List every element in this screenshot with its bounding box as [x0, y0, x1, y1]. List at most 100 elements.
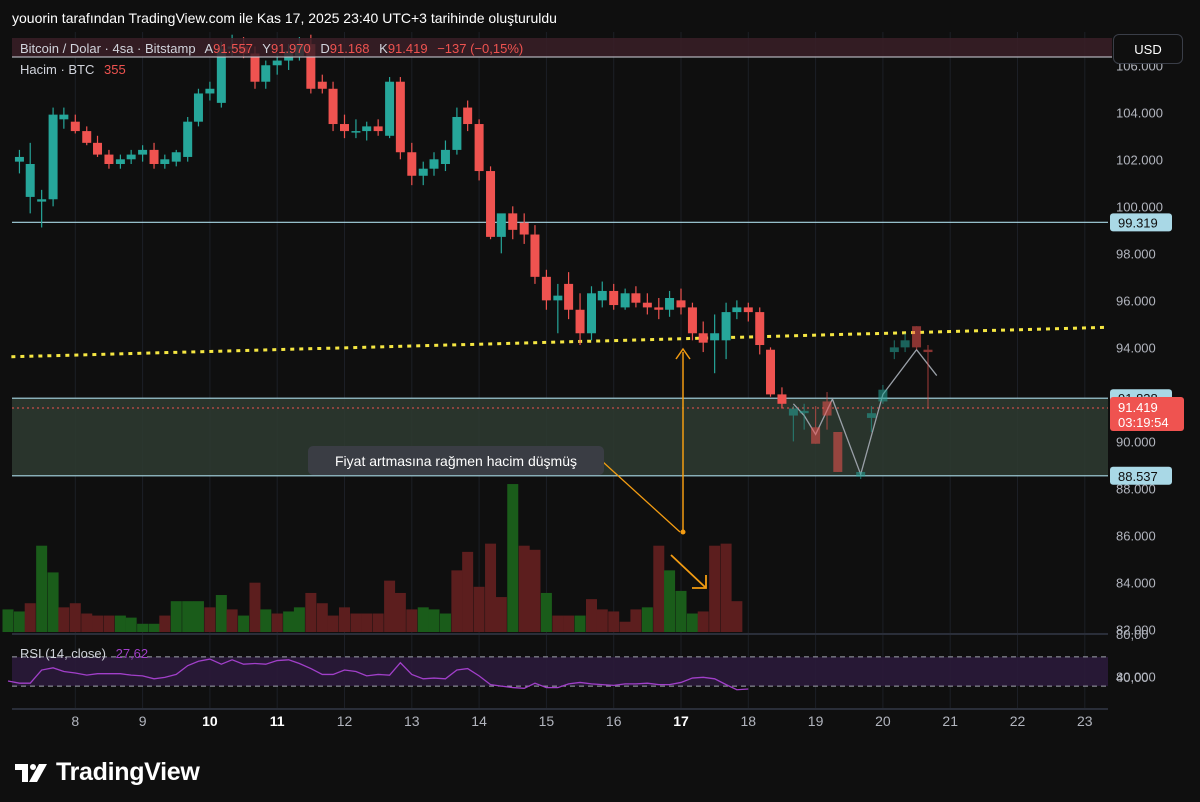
volume-label: Hacim · BTC — [20, 62, 94, 77]
price-axis-label: 86.000 — [1116, 528, 1156, 543]
volume-bar — [372, 613, 384, 632]
candle — [395, 77, 405, 160]
rsi-value: 27,62 — [116, 646, 149, 661]
volume-bar — [473, 586, 485, 632]
legend-change: −137 (−0,15%) — [437, 41, 523, 56]
volume-bar — [148, 623, 160, 632]
volume-bar — [170, 601, 182, 632]
legend-l-label: D — [320, 41, 329, 56]
time-axis-label: 20 — [875, 713, 891, 729]
price-tag-zone-bottom: 88.537 — [1118, 469, 1158, 484]
price-tag-countdown: 03:19:54 — [1118, 415, 1169, 430]
price-axis-label: 84.000 — [1116, 575, 1156, 590]
time-axis-label: 23 — [1077, 713, 1093, 729]
price-axis-label: 100.000 — [1116, 199, 1163, 214]
legend-c-label: K — [379, 41, 388, 56]
legend-h-value: 91.970 — [271, 41, 311, 56]
volume-bar — [47, 572, 59, 632]
time-axis-label: 9 — [139, 713, 147, 729]
price-axis-label: 94.000 — [1116, 340, 1156, 355]
vertical-arrow-anchor — [680, 529, 686, 535]
legend-o-value: 91.557 — [213, 41, 253, 56]
tradingview-logo[interactable]: TradingView — [14, 758, 200, 787]
volume-bar — [58, 607, 70, 632]
volume-bar — [495, 597, 507, 632]
volume-bar — [518, 545, 530, 632]
volume-bar — [563, 615, 575, 632]
volume-bar — [327, 615, 339, 632]
time-axis[interactable]: 8 9 10 11 12 13 14 15 16 17 18 19 20 21 22 23 — [71, 713, 1092, 729]
time-axis-label: 15 — [539, 713, 555, 729]
projection-candle — [833, 432, 843, 472]
time-axis-label: 14 — [471, 713, 487, 729]
legend-o-label: A — [204, 41, 213, 56]
volume-bar — [462, 551, 474, 632]
rsi-label: RSI (14, close) — [20, 646, 106, 661]
price-axis-label: 98.000 — [1116, 246, 1156, 261]
volume-bar — [271, 613, 283, 632]
volume-bar — [13, 611, 25, 632]
footer: TradingView — [0, 748, 1200, 802]
volume-bar — [720, 543, 732, 632]
currency-button[interactable]: USD — [1113, 34, 1183, 64]
legend-h-label: Y — [262, 41, 271, 56]
legend-main[interactable]: Bitcoin / Dolar · 4sa · Bitstamp A91.557… — [20, 41, 523, 56]
volume-bar — [675, 590, 687, 632]
volume-bar — [552, 615, 564, 632]
volume-bar — [192, 601, 204, 632]
candle — [48, 107, 58, 207]
rsi-axis-top: 80,00 — [1116, 627, 1149, 642]
rsi-pane-separator — [12, 633, 1108, 635]
volume-bar — [249, 582, 261, 632]
candle — [385, 77, 395, 139]
volume-bar — [540, 592, 552, 632]
price-axis-label: 102.000 — [1116, 152, 1163, 167]
volume-bar — [293, 607, 305, 632]
volume-bar — [260, 609, 272, 632]
projection-candle — [912, 326, 922, 350]
candle — [328, 81, 338, 132]
volume-bar — [81, 613, 93, 632]
legend-c-value: 91.419 — [388, 41, 428, 56]
time-axis-label: 18 — [741, 713, 757, 729]
volume-bar — [361, 613, 373, 632]
chart-canvas[interactable]: Fiyat artmasına rağmen hacim düşmüş 106.… — [0, 0, 1200, 748]
volume-bar — [529, 549, 541, 632]
volume-bar — [316, 603, 328, 632]
volume-value: 355 — [104, 62, 126, 77]
volume-bar — [439, 613, 451, 632]
candle — [486, 166, 496, 240]
volume-bar — [24, 603, 36, 632]
tradingview-logo-text: TradingView — [56, 758, 200, 786]
volume-bar — [69, 603, 81, 632]
time-axis-label: 12 — [337, 713, 353, 729]
volume-bar — [215, 595, 227, 632]
rsi-legend: RSI (14, close) 27,62 — [20, 646, 148, 661]
volume-bar — [507, 484, 519, 632]
price-axis-label: 96.000 — [1116, 293, 1156, 308]
time-axis-label: 17 — [673, 713, 689, 729]
volume-bar — [574, 615, 586, 632]
legend-symbol: Bitcoin / Dolar · 4sa · Bitstamp — [20, 41, 196, 56]
volume-bar — [384, 580, 396, 632]
volume-bar — [709, 545, 721, 632]
volume-bar — [159, 615, 171, 632]
volume-bar — [619, 621, 631, 632]
annotation-callout[interactable]: Fiyat artmasına rağmen hacim düşmüş — [308, 446, 604, 475]
rsi-band — [12, 656, 1108, 687]
legend-volume: Hacim · BTC 355 — [20, 62, 126, 77]
volume-bar — [697, 611, 709, 632]
price-tag-upper: 99.319 — [1118, 215, 1158, 230]
axis-separator — [12, 708, 1108, 710]
volume-bar — [428, 609, 440, 632]
time-axis-label: 10 — [202, 713, 218, 729]
volume-bar — [585, 599, 597, 632]
volume-bar — [92, 615, 104, 632]
volume-bar — [664, 570, 676, 632]
tradingview-logo-icon — [15, 763, 47, 782]
volume-bar — [305, 592, 317, 632]
price-tag-last: 91.419 — [1118, 400, 1158, 415]
volume-bar — [137, 623, 149, 632]
time-axis-label: 8 — [71, 713, 79, 729]
volume-bar — [182, 601, 194, 632]
